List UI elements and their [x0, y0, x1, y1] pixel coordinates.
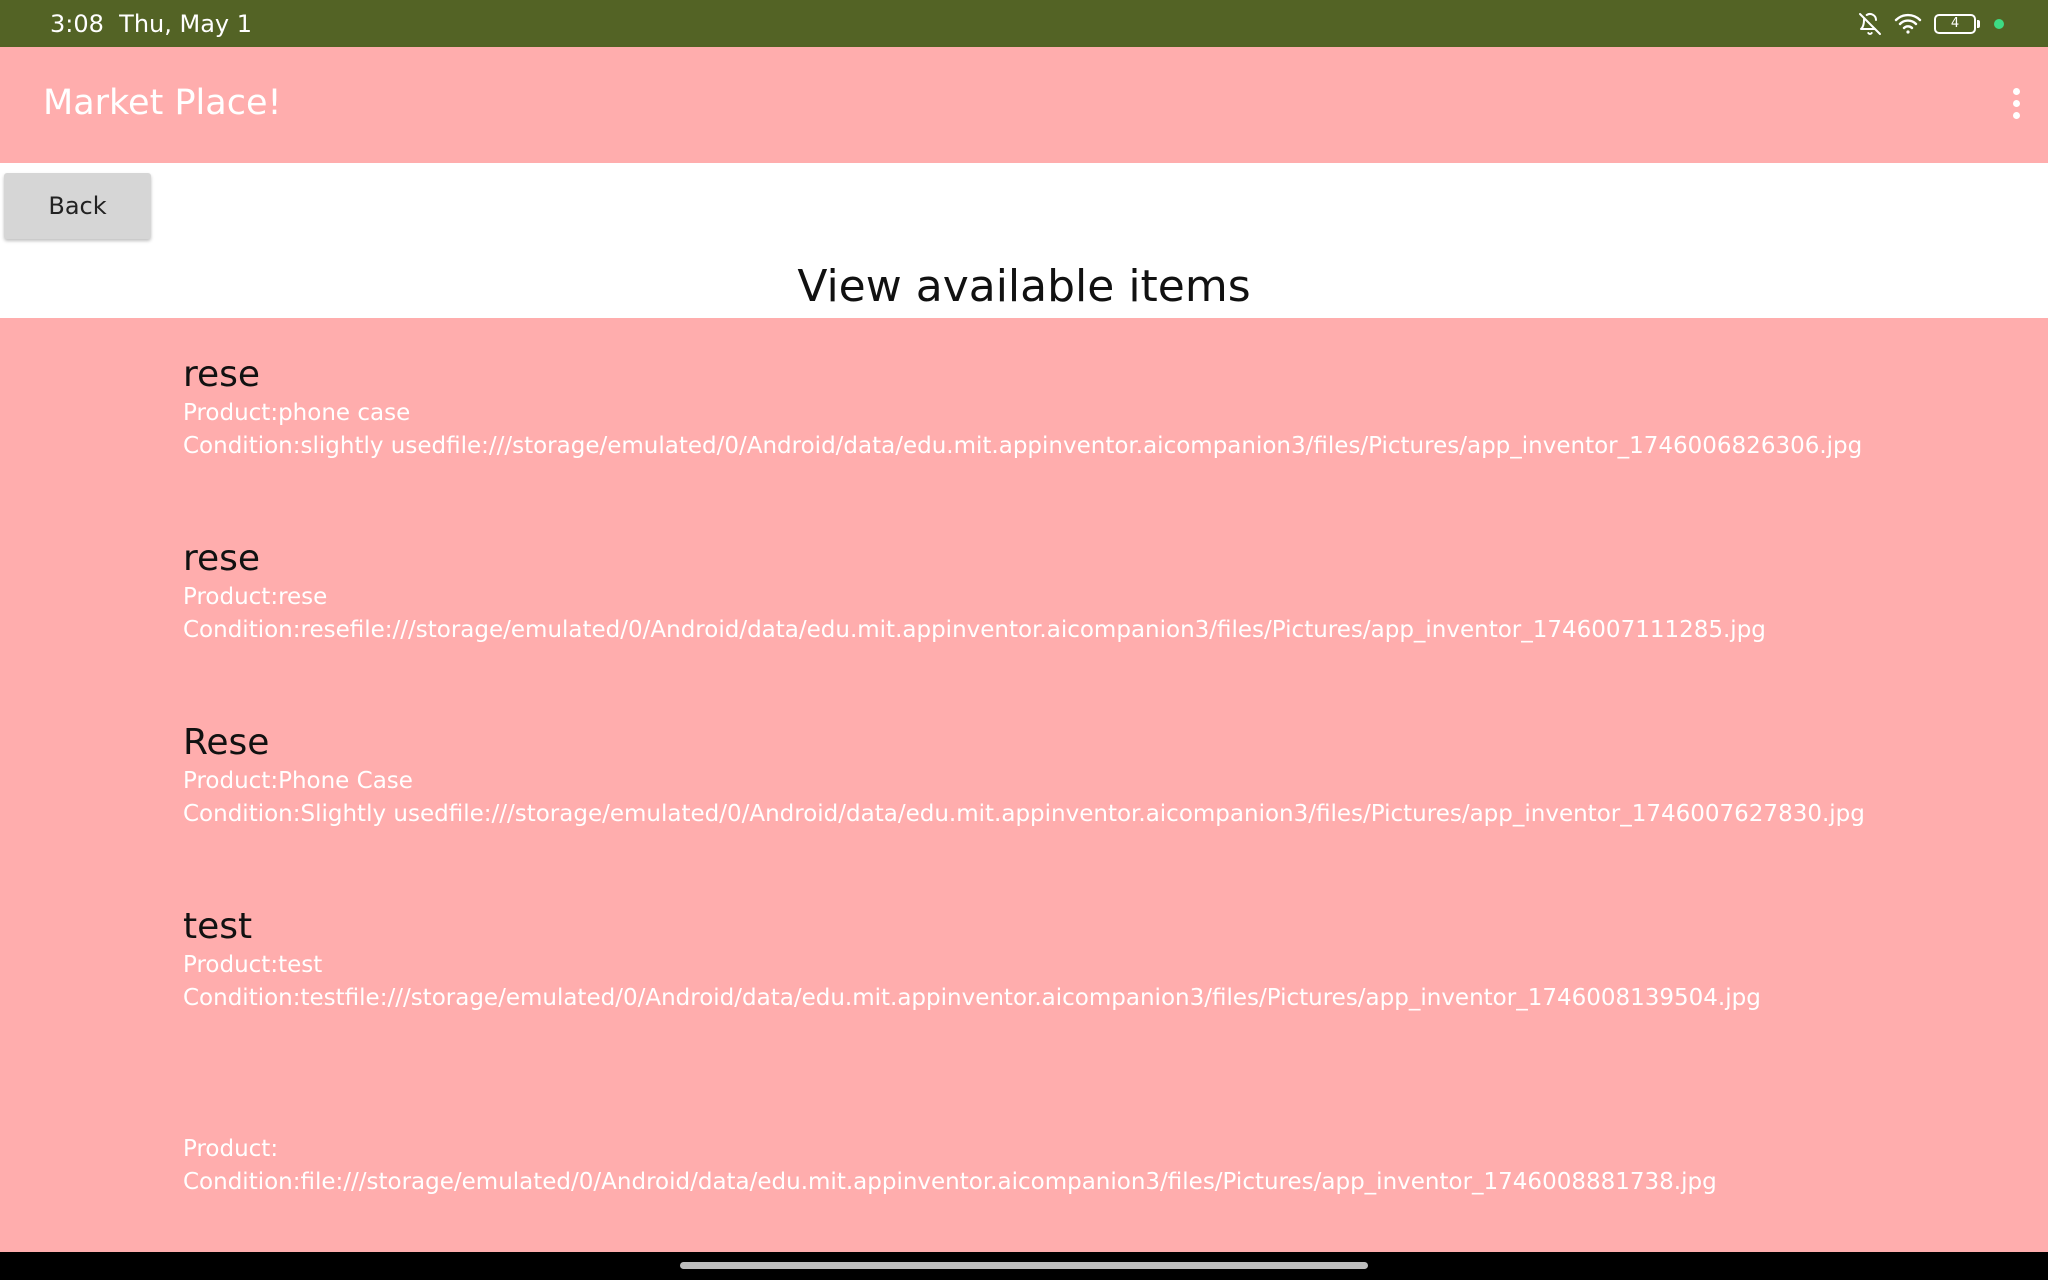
- list-item[interactable]: rese Product:rese Condition:resefile:///…: [183, 537, 2023, 647]
- clock-date: Thu, May 1: [119, 10, 253, 38]
- item-product: Product:: [183, 1136, 279, 1162]
- status-time: 3:08 Thu, May 1: [50, 9, 252, 39]
- item-condition: Condition:file:///storage/emulated/0/And…: [183, 1169, 1717, 1195]
- clock-time: 3:08: [50, 10, 104, 38]
- item-name: test: [183, 906, 253, 947]
- item-condition: Condition:resefile:///storage/emulated/0…: [183, 617, 1766, 643]
- item-condition: Condition:slightly usedfile:///storage/e…: [183, 433, 1863, 459]
- item-name: Rese: [183, 722, 270, 763]
- page-title: View available items: [797, 261, 1251, 312]
- menu-dot: [2012, 87, 2020, 95]
- item-condition: Condition:testfile:///storage/emulated/0…: [183, 985, 1761, 1011]
- app-bar: Market Place!: [0, 47, 2048, 163]
- item-name: [183, 1089, 2023, 1133]
- item-product: Product:Phone Case: [183, 768, 413, 794]
- menu-dot: [2012, 99, 2020, 107]
- battery-icon: 4: [1934, 14, 1980, 34]
- content-header: Back View available items: [0, 163, 2048, 318]
- list-item[interactable]: rese Product:phone case Condition:slight…: [183, 353, 2023, 463]
- navigation-bar: [0, 1252, 2048, 1280]
- status-bar: 3:08 Thu, May 1 4: [0, 0, 2048, 47]
- list-item[interactable]: Product: Condition:file:///storage/emula…: [183, 1089, 2023, 1199]
- list-item[interactable]: Rese Product:Phone Case Condition:Slight…: [183, 721, 2023, 831]
- more-vert-icon[interactable]: [1996, 77, 2036, 129]
- item-product: Product:rese: [183, 584, 328, 610]
- list-item[interactable]: test Product:test Condition:testfile:///…: [183, 905, 2023, 1015]
- app-title: Market Place!: [43, 83, 282, 123]
- green-dot-icon: [1994, 19, 2004, 29]
- item-condition: Condition:Slightly usedfile:///storage/e…: [183, 801, 1865, 827]
- item-name: rese: [183, 354, 261, 395]
- item-product: Product:phone case: [183, 400, 411, 426]
- item-product: Product:test: [183, 952, 323, 978]
- home-handle[interactable]: [680, 1262, 1368, 1269]
- menu-dot: [2012, 111, 2020, 119]
- status-icons: 4: [1858, 11, 2004, 37]
- back-button[interactable]: Back: [4, 173, 151, 239]
- bell-off-icon: [1858, 12, 1882, 36]
- wifi-icon: [1894, 13, 1922, 35]
- item-name: rese: [183, 538, 261, 579]
- item-list[interactable]: rese Product:phone case Condition:slight…: [0, 318, 2048, 1252]
